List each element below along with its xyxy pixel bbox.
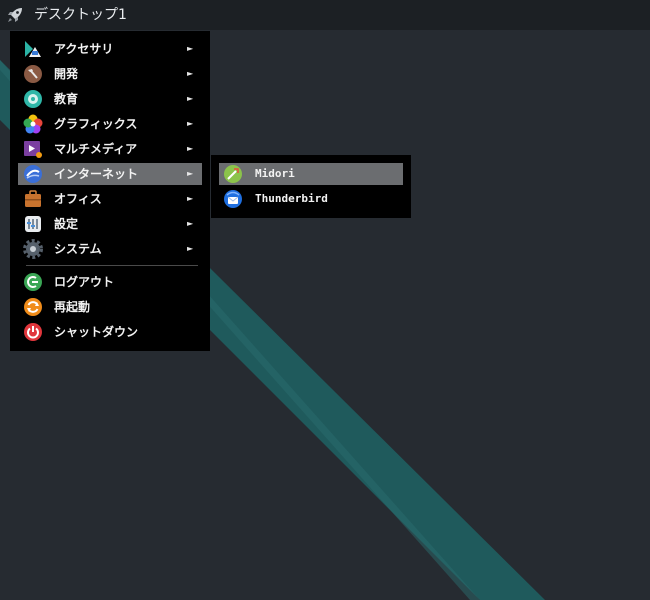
logout-icon <box>23 272 43 292</box>
menu-item-label: シャットダウン <box>54 325 139 339</box>
menu-item-label: インターネット <box>54 167 139 181</box>
education-icon <box>23 89 43 109</box>
menu-item-label: 設定 <box>54 217 79 231</box>
multimedia-icon <box>23 139 43 159</box>
menu-item-label: 開発 <box>54 67 79 81</box>
application-menu: アクセサリ ► 開発 ► 教育 ► グラフィックス ► マルチメディア ► イン… <box>10 31 210 351</box>
submenu-arrow-icon: ► <box>187 94 194 103</box>
top-panel: デスクトップ1 <box>0 0 650 30</box>
settings-icon <box>23 214 43 234</box>
thunderbird-icon <box>223 189 243 209</box>
submenu-arrow-icon: ► <box>187 194 194 203</box>
submenu-arrow-icon: ► <box>187 219 194 228</box>
menu-item-label: オフィス <box>54 192 102 206</box>
submenu-item-label: Midori <box>255 167 295 180</box>
submenu-arrow-icon: ► <box>187 144 194 153</box>
shutdown-icon <box>23 322 43 342</box>
development-icon <box>23 64 43 84</box>
menu-item-label: グラフィックス <box>54 117 138 131</box>
menu-item-label: マルチメディア <box>54 142 138 156</box>
reboot-icon <box>23 297 43 317</box>
accessories-icon <box>23 39 43 59</box>
midori-icon <box>223 164 243 184</box>
menu-item-development[interactable]: 開発 ► <box>18 63 202 85</box>
submenu-arrow-icon: ► <box>187 169 194 178</box>
menu-item-logout[interactable]: ログアウト <box>18 271 202 293</box>
menu-item-internet[interactable]: インターネット ► <box>18 163 202 185</box>
menu-item-system[interactable]: システム ► <box>18 238 202 260</box>
submenu-item-thunderbird[interactable]: Thunderbird <box>219 188 403 210</box>
system-icon <box>23 239 43 259</box>
submenu-arrow-icon: ► <box>187 69 194 78</box>
menu-item-accessories[interactable]: アクセサリ ► <box>18 38 202 60</box>
menu-item-office[interactable]: オフィス ► <box>18 188 202 210</box>
menu-item-label: アクセサリ <box>54 42 114 56</box>
menu-separator <box>26 265 198 266</box>
office-icon <box>23 189 43 209</box>
menu-item-label: ログアウト <box>54 275 115 289</box>
submenu-arrow-icon: ► <box>187 44 194 53</box>
menu-item-label: 教育 <box>54 92 79 106</box>
submenu-arrow-icon: ► <box>187 119 194 128</box>
internet-submenu: Midori Thunderbird <box>211 155 411 218</box>
menu-item-graphics[interactable]: グラフィックス ► <box>18 113 202 135</box>
menu-item-settings[interactable]: 設定 ► <box>18 213 202 235</box>
submenu-item-midori[interactable]: Midori <box>219 163 403 185</box>
workspace-label[interactable]: デスクトップ1 <box>34 6 127 24</box>
menu-item-label: 再起動 <box>54 300 91 314</box>
graphics-icon <box>23 114 43 134</box>
menu-item-education[interactable]: 教育 ► <box>18 88 202 110</box>
rocket-icon[interactable] <box>6 6 24 24</box>
menu-item-label: システム <box>54 242 102 256</box>
internet-icon <box>23 164 43 184</box>
menu-item-multimedia[interactable]: マルチメディア ► <box>18 138 202 160</box>
submenu-item-label: Thunderbird <box>255 192 328 205</box>
submenu-arrow-icon: ► <box>187 244 194 253</box>
menu-item-shutdown[interactable]: シャットダウン <box>18 321 202 343</box>
menu-item-reboot[interactable]: 再起動 <box>18 296 202 318</box>
